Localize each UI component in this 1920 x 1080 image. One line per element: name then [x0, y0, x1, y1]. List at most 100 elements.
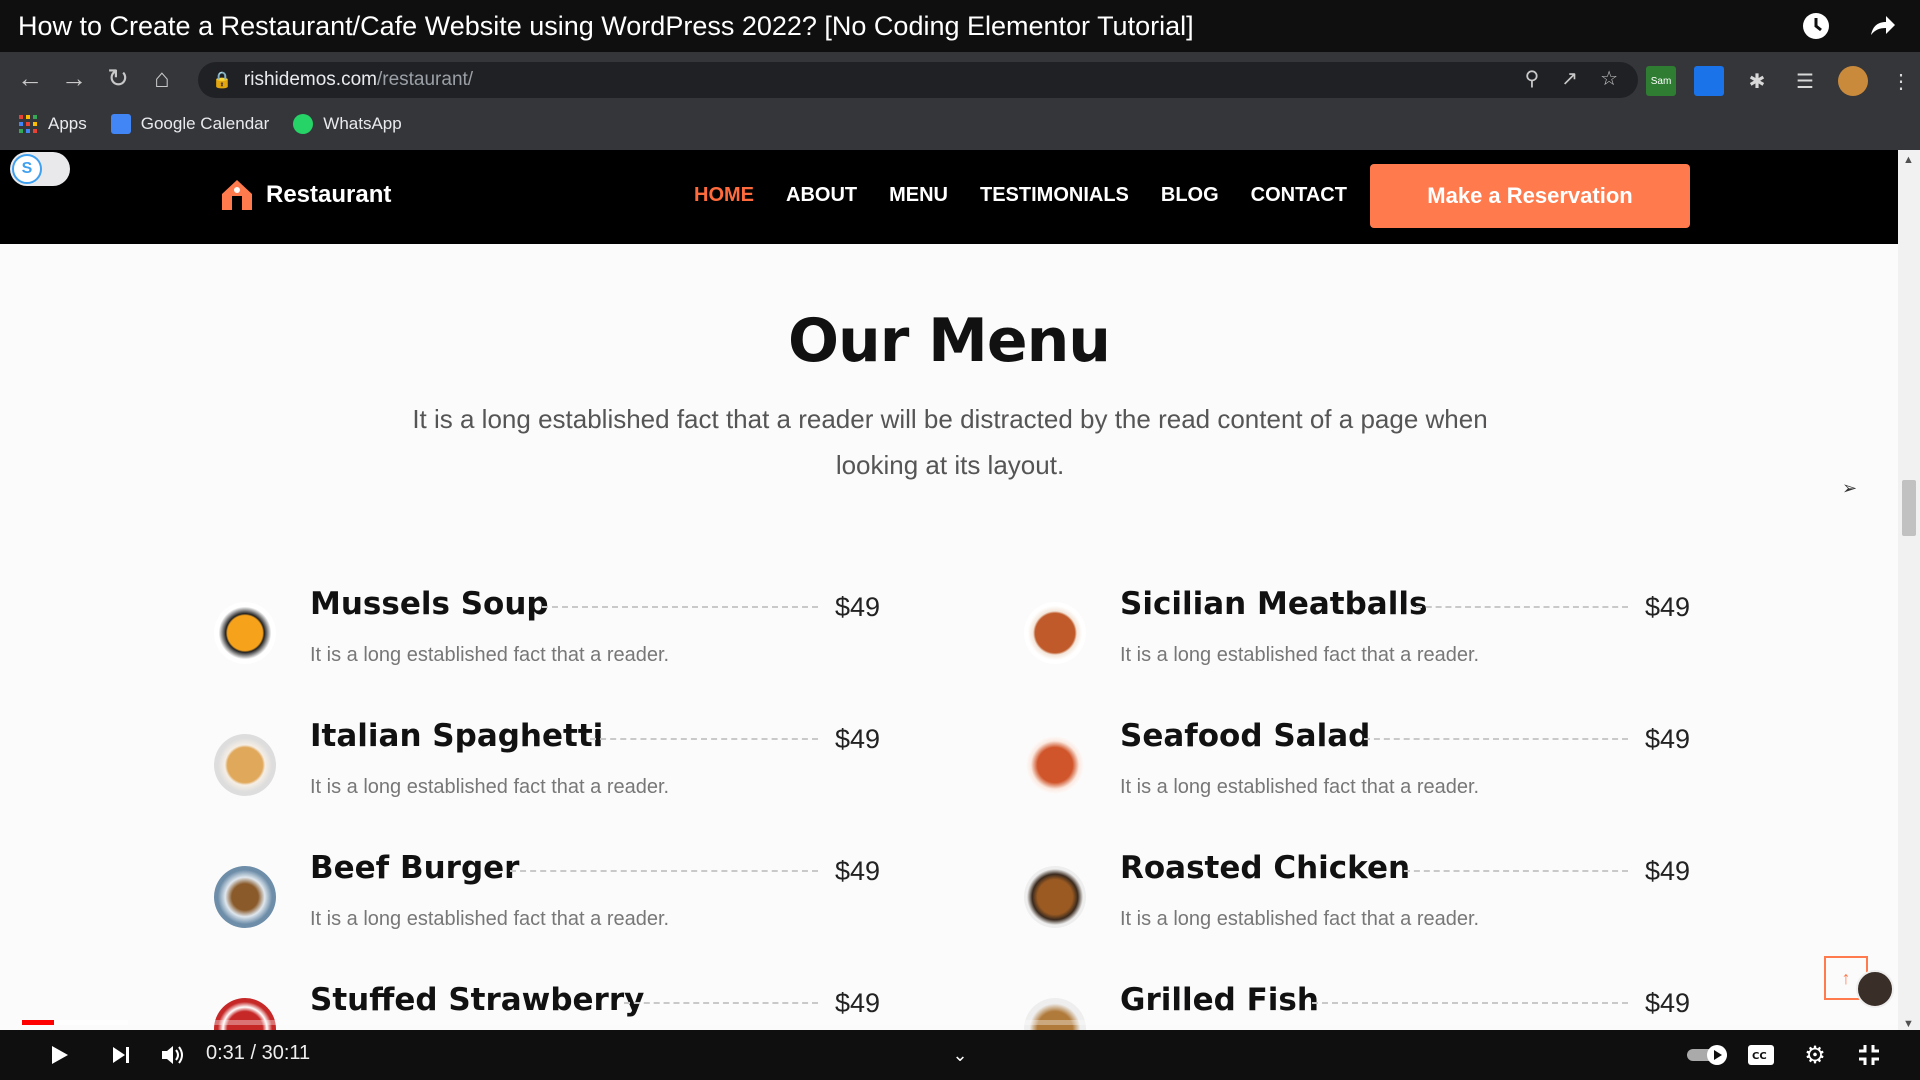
bookmark-google-calendar[interactable]: Google Calendar [110, 114, 269, 134]
site-header: Restaurant HOME ABOUT MENU TESTIMONIALS … [0, 150, 1898, 244]
bookmarks-bar: Apps Google Calendar WhatsApp [18, 108, 402, 140]
menu-item[interactable]: Mussels Soup $49 It is a long establishe… [214, 586, 880, 706]
url-path: /restaurant/ [376, 69, 474, 90]
menu-item-description: It is a long established fact that a rea… [310, 776, 670, 798]
menu-item-name: Stuffed Strawberry [310, 982, 645, 1018]
whatsapp-icon [293, 114, 314, 134]
home-icon[interactable]: ⌂ [140, 58, 184, 98]
volume-icon[interactable] [158, 1040, 188, 1070]
calendar-icon [110, 114, 131, 134]
bookmark-label: WhatsApp [323, 114, 402, 133]
url-host: rishidemos.com [243, 69, 377, 90]
share-page-icon[interactable]: ↗ [1561, 66, 1578, 91]
time-display: 0:31 / 30:11 [206, 1042, 311, 1064]
share-icon[interactable] [1866, 10, 1898, 42]
zoom-icon[interactable]: ⚲ [1525, 66, 1540, 91]
play-icon[interactable] [44, 1040, 74, 1070]
browser-menu-icon[interactable]: ⋮ [1886, 66, 1916, 96]
played-bar [22, 1020, 54, 1025]
menu-item-name: Sicilian Meatballs [1120, 586, 1428, 622]
apps-grid-icon [18, 114, 38, 134]
dotted-leader [1416, 606, 1628, 608]
dotted-leader [624, 1002, 818, 1004]
extensions-puzzle-icon[interactable]: ✱ [1742, 66, 1772, 96]
bookmark-star-icon[interactable]: ☆ [1600, 66, 1618, 91]
video-progress-bar[interactable] [22, 1020, 1898, 1025]
exit-fullscreen-icon[interactable] [1854, 1040, 1884, 1070]
food-thumbnail [214, 734, 276, 796]
menu-item[interactable]: Beef Burger $49 It is a long established… [214, 850, 880, 970]
scroll-down-icon[interactable]: ▼ [1903, 1018, 1914, 1030]
menu-item-name: Roasted Chicken [1120, 850, 1411, 886]
video-title[interactable]: How to Create a Restaurant/Cafe Website … [18, 11, 1194, 42]
nav-blog[interactable]: BLOG [1161, 184, 1219, 207]
menu-item-description: It is a long established fact that a rea… [310, 908, 670, 930]
chevron-down-icon[interactable]: ⌄ [948, 1040, 972, 1070]
extension-blue-icon[interactable] [1694, 66, 1724, 96]
channel-avatar[interactable] [1856, 970, 1894, 1008]
nav-contact[interactable]: CONTACT [1251, 184, 1347, 207]
food-thumbnail [214, 602, 276, 664]
forward-icon[interactable]: → [52, 58, 96, 98]
menu-section-title: Our Menu [787, 306, 1111, 376]
reload-icon[interactable]: ↻ [96, 58, 140, 98]
bookmark-label: Apps [48, 114, 87, 133]
food-thumbnail [1024, 866, 1086, 928]
menu-item-description: It is a long established fact that a rea… [1120, 908, 1480, 930]
logo-text: Restaurant [266, 181, 392, 208]
menu-section-subtitle: It is a long established fact that a rea… [412, 404, 1488, 480]
dark-mode-toggle[interactable]: S [10, 152, 70, 186]
watch-later-icon[interactable] [1800, 10, 1832, 42]
nav-menu[interactable]: MENU [889, 184, 948, 207]
menu-item-name: Seafood Salad [1120, 718, 1371, 754]
menu-item-price: $49 [834, 592, 880, 622]
menu-item-description: It is a long established fact that a rea… [310, 644, 670, 666]
player-controls: 0:31 / 30:11 ⌄ CC ⚙ [0, 1030, 1920, 1080]
dotted-leader [1364, 738, 1628, 740]
scrollbar-thumb[interactable] [1902, 480, 1916, 536]
menu-item-price: $49 [834, 724, 880, 754]
mouse-cursor-icon: ➢ [1842, 478, 1858, 498]
menu-item[interactable]: Sicilian Meatballs $49 It is a long esta… [1024, 586, 1690, 706]
make-reservation-button[interactable]: Make a Reservation [1370, 164, 1690, 228]
extension-sam-icon[interactable]: Sam [1646, 66, 1676, 96]
dotted-leader [590, 738, 818, 740]
menu-item[interactable]: Seafood Salad $49 It is a long establish… [1024, 718, 1690, 838]
bookmark-whatsapp[interactable]: WhatsApp [293, 114, 402, 134]
settings-gear-icon[interactable]: ⚙ [1800, 1040, 1830, 1070]
menu-item-price: $49 [1644, 988, 1690, 1018]
menu-item[interactable]: Roasted Chicken $49 It is a long establi… [1024, 850, 1690, 970]
profile-avatar[interactable] [1838, 66, 1868, 96]
menu-item-price: $49 [1644, 856, 1690, 886]
menu-item-description: It is a long established fact that a rea… [1120, 644, 1480, 666]
bookmark-apps[interactable]: Apps [18, 114, 87, 134]
menu-item-price: $49 [834, 856, 880, 886]
dotted-leader [1312, 1002, 1628, 1004]
menu-item-name: Grilled Fish [1120, 982, 1319, 1018]
browser-chrome: ← → ↻ ⌂ 🔒 rishidemos.com/restaurant/ ⚲ ↗… [0, 52, 1920, 150]
menu-item-name: Beef Burger [310, 850, 520, 886]
scroll-up-icon[interactable]: ▲ [1903, 154, 1914, 166]
address-bar[interactable]: 🔒 rishidemos.com/restaurant/ ⚲ ↗ ☆ [198, 62, 1638, 98]
nav-home[interactable]: HOME [694, 184, 754, 207]
autoplay-toggle[interactable] [1684, 1040, 1732, 1070]
food-thumbnail [1024, 734, 1086, 796]
svg-text:CC: CC [1752, 1051, 1767, 1062]
nav-about[interactable]: ABOUT [786, 184, 857, 207]
captions-icon[interactable]: CC [1746, 1040, 1776, 1070]
menu-item[interactable]: Italian Spaghetti $49 It is a long estab… [214, 718, 880, 838]
nav-testimonials[interactable]: TESTIMONIALS [980, 184, 1129, 207]
menu-item-price: $49 [1644, 592, 1690, 622]
menu-item-name: Italian Spaghetti [310, 718, 604, 754]
menu-item-description: It is a long established fact that a rea… [1120, 776, 1480, 798]
restaurant-logo-icon [222, 180, 252, 210]
website-viewport: Restaurant HOME ABOUT MENU TESTIMONIALS … [0, 150, 1898, 1032]
main-nav: HOME ABOUT MENU TESTIMONIALS BLOG CONTAC… [694, 184, 1347, 207]
dotted-leader [542, 606, 818, 608]
page-scrollbar[interactable]: ▲ ▼ [1898, 150, 1920, 1032]
food-thumbnail [214, 998, 276, 1032]
next-video-icon[interactable] [106, 1040, 136, 1070]
site-logo[interactable]: Restaurant [218, 176, 391, 214]
back-icon[interactable]: ← [8, 58, 52, 98]
reading-list-icon[interactable]: ☰ [1790, 66, 1820, 96]
